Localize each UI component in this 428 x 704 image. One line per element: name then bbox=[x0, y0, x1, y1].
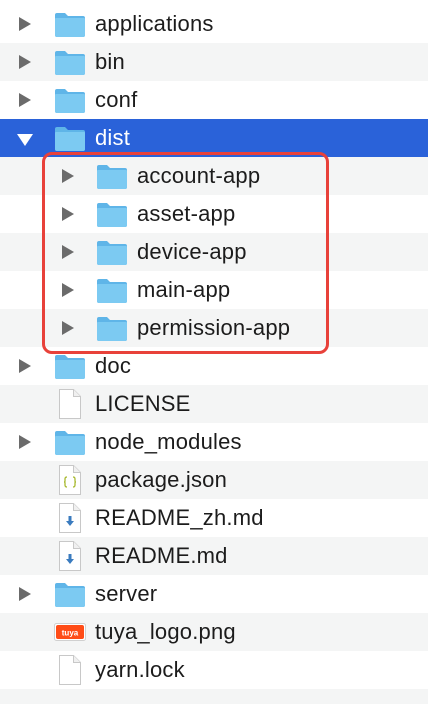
folder-icon bbox=[97, 241, 127, 265]
tree-row-tuya-logo[interactable]: tuya tuya_logo.png bbox=[0, 613, 428, 651]
tree-row-license[interactable]: LICENSE bbox=[0, 385, 428, 423]
disclosure-triangle-icon[interactable] bbox=[19, 17, 31, 31]
tree-row-server[interactable]: server bbox=[0, 575, 428, 613]
disclosure-triangle-icon[interactable] bbox=[19, 587, 31, 601]
disclosure-triangle-icon[interactable] bbox=[62, 321, 74, 335]
tree-row-applications[interactable]: applications bbox=[0, 5, 428, 43]
tree-row-readme[interactable]: README.md bbox=[0, 537, 428, 575]
tree-row-asset-app[interactable]: asset-app bbox=[0, 195, 428, 233]
tree-row-doc[interactable]: doc bbox=[0, 347, 428, 385]
disclosure-triangle-icon[interactable] bbox=[62, 245, 74, 259]
tree-row-device-app[interactable]: device-app bbox=[0, 233, 428, 271]
tree-item-label: doc bbox=[95, 353, 132, 378]
disclosure-triangle-open-icon[interactable] bbox=[17, 134, 33, 146]
folder-icon bbox=[97, 203, 127, 227]
disclosure-triangle-icon[interactable] bbox=[19, 435, 31, 449]
tree-row-bin[interactable]: bin bbox=[0, 43, 428, 81]
folder-icon bbox=[97, 165, 127, 189]
tree-row-account-app[interactable]: account-app bbox=[0, 157, 428, 195]
tree-row-readme-zh[interactable]: README_zh.md bbox=[0, 499, 428, 537]
tree-row-dist[interactable]: dist bbox=[0, 119, 428, 157]
document-icon bbox=[59, 655, 81, 685]
disclosure-triangle-icon[interactable] bbox=[19, 359, 31, 373]
folder-icon bbox=[55, 13, 85, 37]
folder-icon bbox=[97, 279, 127, 303]
folder-icon bbox=[97, 317, 127, 341]
empty-row bbox=[0, 689, 428, 704]
tree-item-label: bin bbox=[95, 49, 125, 74]
folder-icon bbox=[55, 583, 85, 607]
tree-row-package-json[interactable]: package.json bbox=[0, 461, 428, 499]
tree-item-label: node_modules bbox=[95, 429, 242, 454]
tree-item-label: tuya_logo.png bbox=[95, 619, 236, 644]
folder-icon bbox=[55, 89, 85, 113]
document-icon bbox=[59, 389, 81, 419]
tree-row-yarn-lock[interactable]: yarn.lock bbox=[0, 651, 428, 689]
tree-item-label: device-app bbox=[137, 239, 247, 264]
markdown-file-icon bbox=[59, 503, 81, 533]
file-tree: applications bin conf dist account-app a… bbox=[0, 0, 428, 704]
tree-row-permission-app[interactable]: permission-app bbox=[0, 309, 428, 347]
disclosure-triangle-icon[interactable] bbox=[19, 93, 31, 107]
tree-item-label: applications bbox=[95, 11, 214, 36]
tree-item-label: dist bbox=[95, 125, 131, 150]
json-file-icon bbox=[59, 465, 81, 495]
image-thumbnail-icon: tuya bbox=[54, 623, 86, 641]
tree-item-label: asset-app bbox=[137, 201, 236, 226]
tree-item-label: server bbox=[95, 581, 158, 606]
tree-item-label: LICENSE bbox=[95, 391, 191, 416]
tuya-logo-text: tuya bbox=[62, 629, 79, 638]
tree-item-label: permission-app bbox=[137, 315, 291, 340]
folder-icon bbox=[55, 51, 85, 75]
tree-item-label: README.md bbox=[95, 543, 228, 568]
tree-row-main-app[interactable]: main-app bbox=[0, 271, 428, 309]
disclosure-triangle-icon[interactable] bbox=[62, 207, 74, 221]
disclosure-triangle-icon[interactable] bbox=[62, 169, 74, 183]
tree-item-label: package.json bbox=[95, 467, 228, 492]
tree-row-conf[interactable]: conf bbox=[0, 81, 428, 119]
folder-icon bbox=[55, 355, 85, 379]
tree-item-label: yarn.lock bbox=[95, 657, 185, 682]
disclosure-triangle-icon[interactable] bbox=[62, 283, 74, 297]
disclosure-triangle-icon[interactable] bbox=[19, 55, 31, 69]
tree-row-node-modules[interactable]: node_modules bbox=[0, 423, 428, 461]
tree-item-label: conf bbox=[95, 87, 138, 112]
tree-item-label: README_zh.md bbox=[95, 505, 264, 530]
folder-icon bbox=[55, 127, 85, 151]
tree-item-label: main-app bbox=[137, 277, 231, 302]
markdown-file-icon bbox=[59, 541, 81, 571]
tree-item-label: account-app bbox=[137, 163, 261, 188]
folder-icon bbox=[55, 431, 85, 455]
